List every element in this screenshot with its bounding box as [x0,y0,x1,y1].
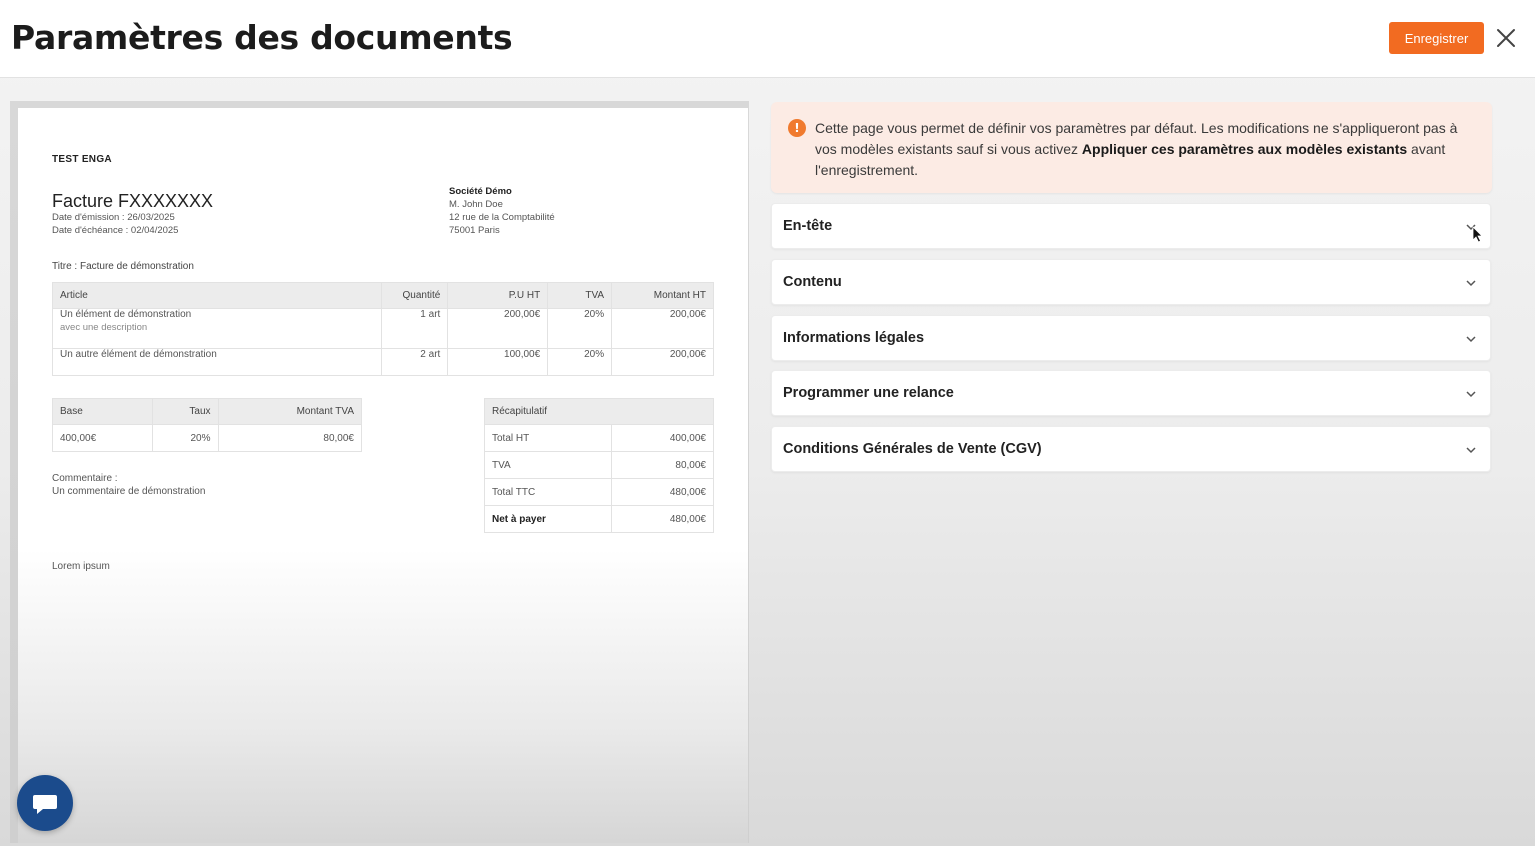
chat-button[interactable] [17,775,73,831]
comment-text: Un commentaire de démonstration [52,486,206,497]
table-header-row: Récapitulatif [484,398,714,425]
vat-rate: 20% [151,424,219,452]
column-header: Article [51,282,383,309]
issue-date: Date d'émission : 26/03/2025 [52,212,175,223]
item-quantity: 2 art [381,348,449,376]
section-label: Programmer une relance [783,385,954,401]
section-label: Contenu [783,274,842,290]
item-unit-price: 200,00€ [447,308,549,349]
items-table: Article Quantité P.U HT TVA Montant HT U… [51,282,714,376]
table-header-row: Article Quantité P.U HT TVA Montant HT [51,282,714,309]
section-cgv[interactable]: Conditions Générales de Vente (CGV) [771,426,1491,472]
close-button[interactable] [1494,26,1518,50]
section-en-tete[interactable]: En-tête [771,203,1491,249]
item-article: Un autre élément de démonstration [51,348,383,376]
section-label: Informations légales [783,330,925,346]
table-row: Un autre élément de démonstration 2 art … [51,348,714,376]
chevron-down-icon [1466,447,1476,454]
recap-label: Total TTC [483,478,613,506]
column-header: Base [52,398,153,425]
section-programmer-relance[interactable]: Programmer une relance [771,370,1491,416]
document-footer: Lorem ipsum [52,561,110,572]
page-title: Paramètres des documents [11,18,513,57]
item-vat: 20% [547,308,613,349]
recap-value: 80,00€ [611,451,714,479]
chat-icon [33,795,57,814]
invoice-subject: Titre : Facture de démonstration [52,261,194,272]
item-description: avec une description [60,322,148,333]
table-row: Net à payer 480,00€ [483,505,714,533]
client-name: Société Démo [449,186,512,197]
recap-value: 480,00€ [611,478,714,506]
recap-label: TVA [483,451,613,479]
item-amount: 200,00€ [611,308,714,349]
item-article: Un élément de démonstration [60,309,192,320]
table-header-row: Base Taux Montant TVA [52,398,363,425]
column-header: Taux [151,398,219,425]
column-header: P.U HT [447,282,549,309]
client-address: 12 rue de la Comptabilité [449,212,555,223]
vat-amount: 80,00€ [217,424,363,452]
column-header: Montant HT [611,282,714,309]
vat-base: 400,00€ [52,424,153,452]
item-unit-price: 100,00€ [447,348,549,376]
info-banner: ! Cette page vous permet de définir vos … [771,102,1492,193]
recap-label: Total HT [483,424,613,452]
column-header: TVA [547,282,613,309]
recap-label: Net à payer [483,505,613,533]
table-row: Un élément de démonstration avec une des… [51,308,714,349]
column-header: Quantité [381,282,449,309]
comment-label: Commentaire : [52,473,118,484]
recap-header: Récapitulatif [484,398,714,425]
section-contenu[interactable]: Contenu [771,259,1491,305]
company-name: TEST ENGA [52,154,112,165]
table-row: Total TTC 480,00€ [483,478,714,506]
save-button[interactable]: Enregistrer [1389,22,1484,54]
close-icon [1497,29,1515,47]
section-label: En-tête [783,218,833,234]
table-row: TVA 80,00€ [483,451,714,479]
mouse-cursor-icon [1472,226,1483,243]
chevron-down-icon [1466,336,1476,343]
due-date: Date d'échéance : 02/04/2025 [52,225,179,236]
chevron-down-icon [1466,391,1476,398]
item-amount: 200,00€ [611,348,714,376]
document-preview: TEST ENGA Facture FXXXXXXX Date d'émissi… [18,108,748,843]
recap-table: Récapitulatif Total HT 400,00€ TVA 80,00… [483,398,714,533]
client-city: 75001 Paris [449,225,500,236]
top-bar: Paramètres des documents Enregistrer [0,0,1535,78]
info-text-bold: Appliquer ces paramètres aux modèles exi… [1081,141,1408,157]
table-row: 400,00€ 20% 80,00€ [52,424,363,452]
table-row: Total HT 400,00€ [483,424,714,452]
item-vat: 20% [547,348,613,376]
section-label: Conditions Générales de Vente (CGV) [783,441,1042,457]
chevron-down-icon [1466,280,1476,287]
section-informations-legales[interactable]: Informations légales [771,315,1491,361]
column-header: Montant TVA [217,398,363,425]
item-cell: Un élément de démonstration avec une des… [51,308,383,349]
recap-value: 400,00€ [611,424,714,452]
item-quantity: 1 art [381,308,449,349]
info-icon: ! [788,119,806,137]
recap-value: 480,00€ [611,505,714,533]
info-text: Cette page vous permet de définir vos pa… [815,118,1475,181]
invoice-title: Facture FXXXXXXX [52,191,214,211]
client-contact: M. John Doe [449,199,503,210]
vat-table: Base Taux Montant TVA 400,00€ 20% 80,00€ [52,398,363,452]
